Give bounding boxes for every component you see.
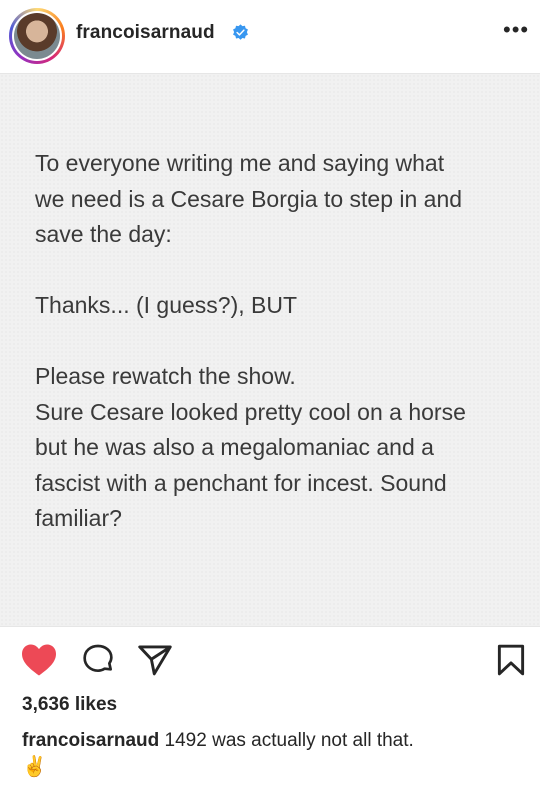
caption-text: 1492 was actually not all that. (164, 730, 414, 751)
caption-username[interactable]: francoisarnaud (22, 730, 159, 751)
more-options-icon[interactable]: ••• (503, 19, 529, 41)
likes-count[interactable]: 3,636 likes (22, 694, 117, 716)
action-bar (0, 638, 540, 682)
note-paragraph-2: Thanks... (I guess?), BUT (35, 292, 298, 318)
post-image[interactable]: To everyone writing me and saying what w… (0, 73, 540, 627)
username[interactable]: francoisarnaud (76, 22, 215, 44)
victory-hand-emoji: ✌️ (22, 756, 47, 778)
caption: francoisarnaud 1492 was actually not all… (22, 728, 522, 781)
avatar-image (12, 11, 62, 61)
share-paper-plane-icon[interactable] (137, 644, 173, 676)
post-header: francoisarnaud ••• (0, 0, 540, 72)
avatar[interactable] (9, 8, 65, 64)
verified-badge-icon (233, 24, 248, 40)
notes-screenshot-text: To everyone writing me and saying what w… (35, 146, 515, 537)
note-paragraph-3: Please rewatch the show. Sure Cesare loo… (35, 363, 466, 531)
avatar-photo (14, 13, 60, 59)
comment-icon[interactable] (82, 644, 114, 676)
bookmark-icon[interactable] (496, 644, 526, 676)
heart-filled-icon[interactable] (20, 643, 58, 677)
note-paragraph-1: To everyone writing me and saying what w… (35, 150, 463, 247)
